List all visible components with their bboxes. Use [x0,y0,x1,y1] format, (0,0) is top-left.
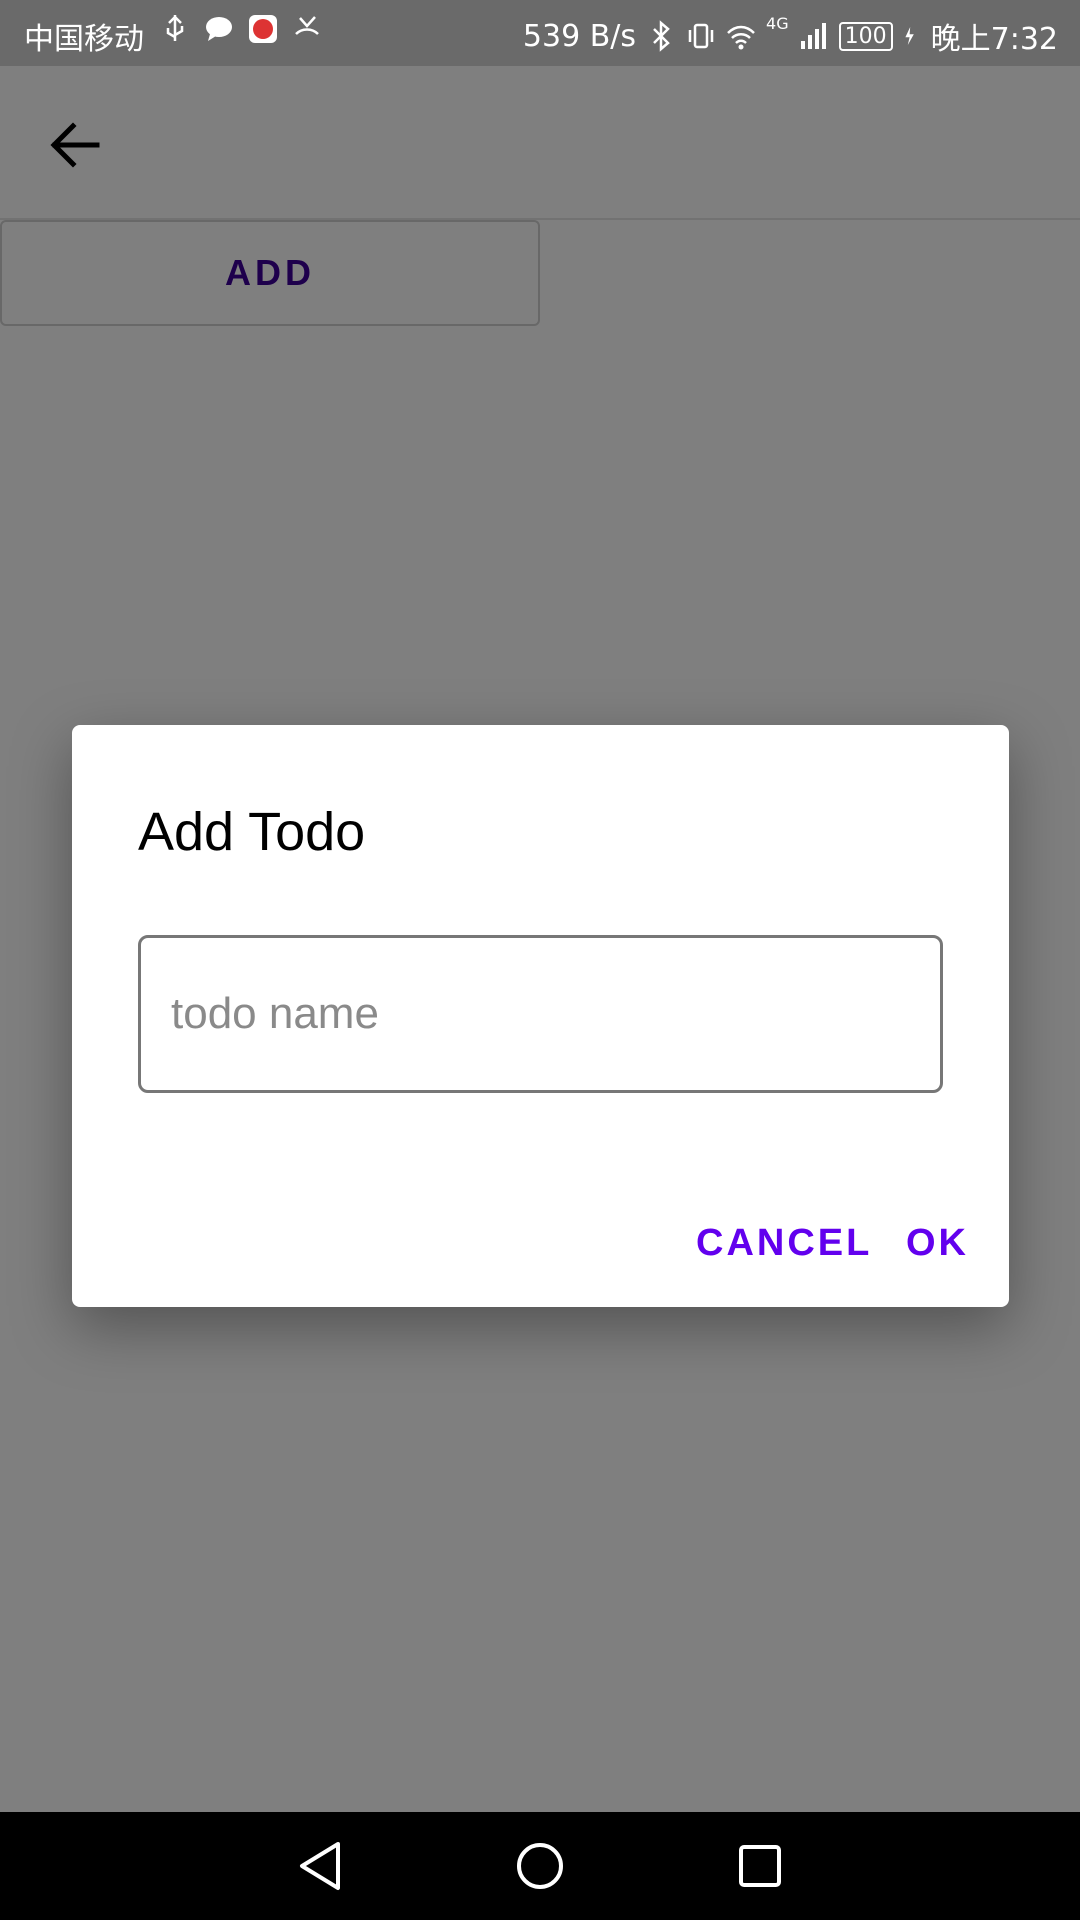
navigation-bar [0,1812,1080,1920]
recents-square-icon [739,1845,781,1887]
usb-icon [166,15,184,41]
add-todo-dialog: Add Todo CANCEL OK [72,725,1009,1307]
carrier-name: 中国移动 [24,22,144,57]
system-indicators: 539 B/s 4G 100 晚上7:32 [523,14,1058,58]
status-bar: 中国移动 539 B/s 4G 100 晚上7:32 [0,0,1080,66]
missed-call-icon [295,16,319,35]
nav-home-button[interactable] [508,1834,572,1898]
network-type: 4G [766,14,789,33]
ok-button[interactable]: OK [906,1205,969,1281]
nav-back-button[interactable] [288,1834,352,1898]
vibrate-icon [688,23,714,49]
signal-icon [800,23,826,49]
cancel-button[interactable]: CANCEL [696,1205,872,1281]
notification-icons [160,12,322,46]
home-circle-icon [517,1843,563,1889]
dialog-title: Add Todo [138,802,366,862]
clock: 晚上7:32 [930,22,1058,57]
bluetooth-icon [653,20,670,52]
todo-name-input[interactable] [138,935,943,1093]
back-triangle-icon [300,1842,340,1890]
battery-indicator: 100 [838,21,893,51]
nav-recents-button[interactable] [728,1834,792,1898]
battery-level: 100 [844,23,887,49]
charging-icon [905,27,914,45]
net-speed: 539 B/s [522,18,637,54]
message-icon [206,17,232,41]
wifi-icon [727,25,755,50]
bank-app-icon [249,15,277,43]
